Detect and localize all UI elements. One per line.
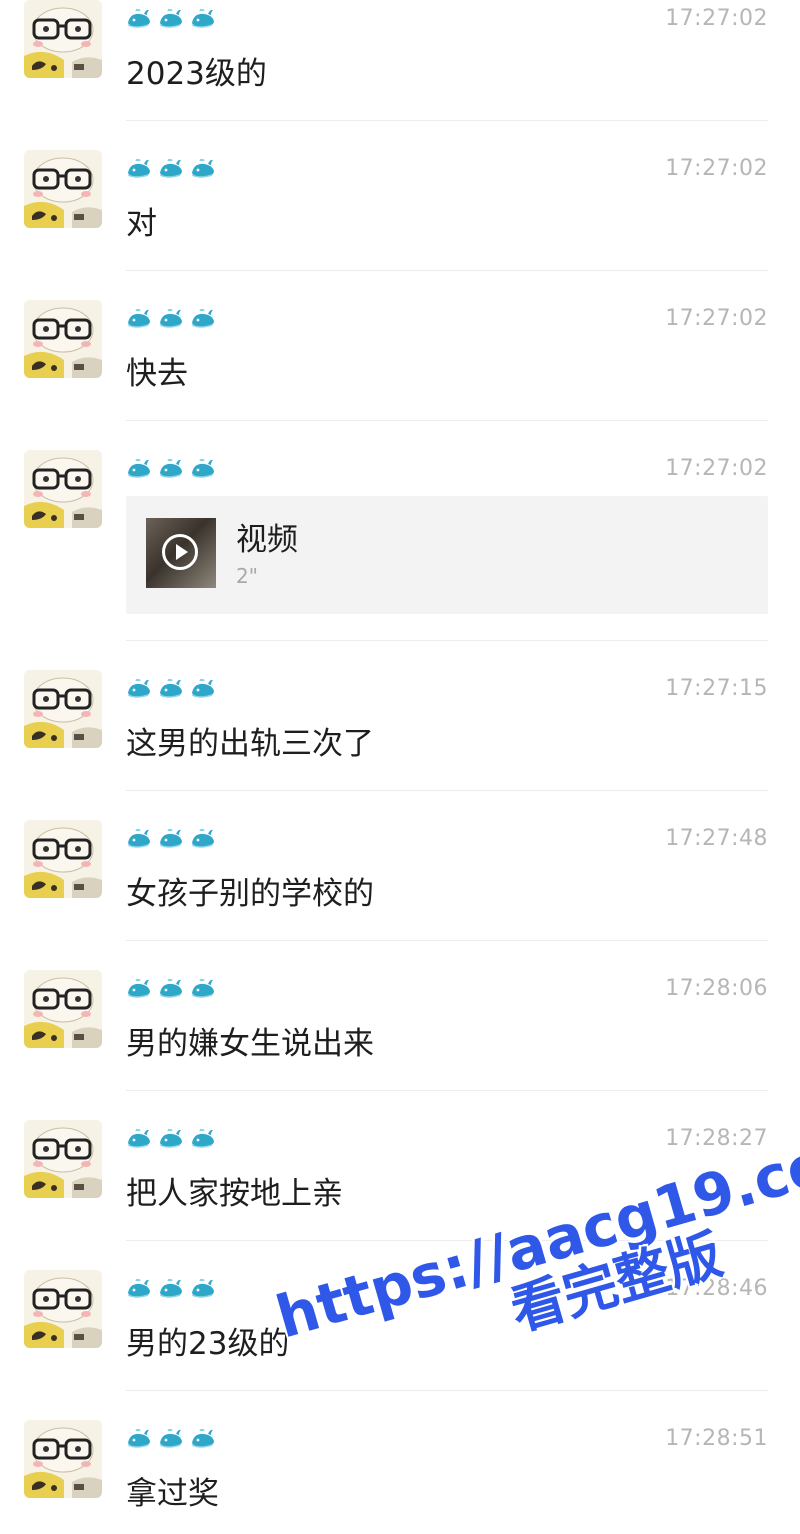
avatar[interactable]: [24, 1120, 102, 1198]
sender-name: [126, 1126, 216, 1154]
message-time: 17:27:02: [665, 306, 768, 331]
message-time: 17:28:06: [665, 976, 768, 1001]
message-text[interactable]: 快去: [126, 348, 188, 393]
message-text[interactable]: 这男的出轨三次了: [126, 718, 374, 763]
sender-name: [126, 156, 216, 184]
whale-icon: [190, 307, 216, 333]
sender-name: [126, 976, 216, 1004]
message-time: 17:27:02: [665, 456, 768, 481]
video-thumbnail[interactable]: [146, 518, 216, 588]
sender-name: [126, 1426, 216, 1454]
divider: [126, 270, 768, 271]
whale-icon: [190, 827, 216, 853]
whale-icon: [126, 977, 152, 1003]
whale-icon: [190, 1127, 216, 1153]
whale-icon: [158, 977, 184, 1003]
avatar[interactable]: [24, 670, 102, 748]
message-time: 17:28:51: [665, 1426, 768, 1451]
whale-icon: [126, 827, 152, 853]
whale-icon: [126, 1127, 152, 1153]
message-time: 17:27:02: [665, 6, 768, 31]
whale-icon: [158, 1427, 184, 1453]
avatar[interactable]: [24, 0, 102, 78]
divider: [126, 790, 768, 791]
sender-name: [126, 306, 216, 334]
whale-icon: [158, 1127, 184, 1153]
message-text[interactable]: 对: [126, 198, 157, 243]
whale-icon: [158, 677, 184, 703]
whale-icon: [158, 827, 184, 853]
whale-icon: [126, 157, 152, 183]
video-message-card[interactable]: 视频 2": [126, 496, 768, 614]
message-time: 17:27:02: [665, 156, 768, 181]
avatar[interactable]: [24, 300, 102, 378]
whale-icon: [158, 457, 184, 483]
message-text[interactable]: 2023级的: [126, 48, 267, 93]
whale-icon: [190, 7, 216, 33]
whale-icon: [126, 307, 152, 333]
avatar[interactable]: [24, 820, 102, 898]
avatar[interactable]: [24, 1270, 102, 1348]
divider: [126, 1390, 768, 1391]
whale-icon: [190, 977, 216, 1003]
whale-icon: [158, 1277, 184, 1303]
message-text[interactable]: 男的嫌女生说出来: [126, 1018, 374, 1063]
whale-icon: [190, 1427, 216, 1453]
whale-icon: [158, 157, 184, 183]
avatar[interactable]: [24, 150, 102, 228]
whale-icon: [126, 7, 152, 33]
message-text[interactable]: 把人家按地上亲: [126, 1168, 343, 1213]
sender-name: [126, 456, 216, 484]
whale-icon: [190, 157, 216, 183]
video-duration: 2": [236, 564, 258, 588]
whale-icon: [190, 457, 216, 483]
divider: [126, 940, 768, 941]
divider: [126, 640, 768, 641]
sender-name: [126, 826, 216, 854]
play-icon[interactable]: [162, 534, 198, 570]
whale-icon: [126, 1277, 152, 1303]
whale-icon: [126, 457, 152, 483]
whale-icon: [126, 1427, 152, 1453]
message-text[interactable]: 女孩子别的学校的: [126, 868, 374, 913]
avatar[interactable]: [24, 450, 102, 528]
message-text[interactable]: 男的23级的: [126, 1318, 289, 1363]
divider: [126, 420, 768, 421]
whale-icon: [190, 1277, 216, 1303]
message-time: 17:27:48: [665, 826, 768, 851]
whale-icon: [158, 7, 184, 33]
video-title: 视频: [236, 522, 298, 558]
divider: [126, 1090, 768, 1091]
whale-icon: [158, 307, 184, 333]
sender-name: [126, 676, 216, 704]
message-time: 17:27:15: [665, 676, 768, 701]
message-text[interactable]: 拿过奖: [126, 1468, 219, 1513]
whale-icon: [190, 677, 216, 703]
sender-name: [126, 1276, 216, 1304]
avatar[interactable]: [24, 1420, 102, 1498]
watermark: https://aacg19.com 看完整版: [269, 1113, 800, 1403]
divider: [126, 120, 768, 121]
avatar[interactable]: [24, 970, 102, 1048]
sender-name: [126, 6, 216, 34]
whale-icon: [126, 677, 152, 703]
